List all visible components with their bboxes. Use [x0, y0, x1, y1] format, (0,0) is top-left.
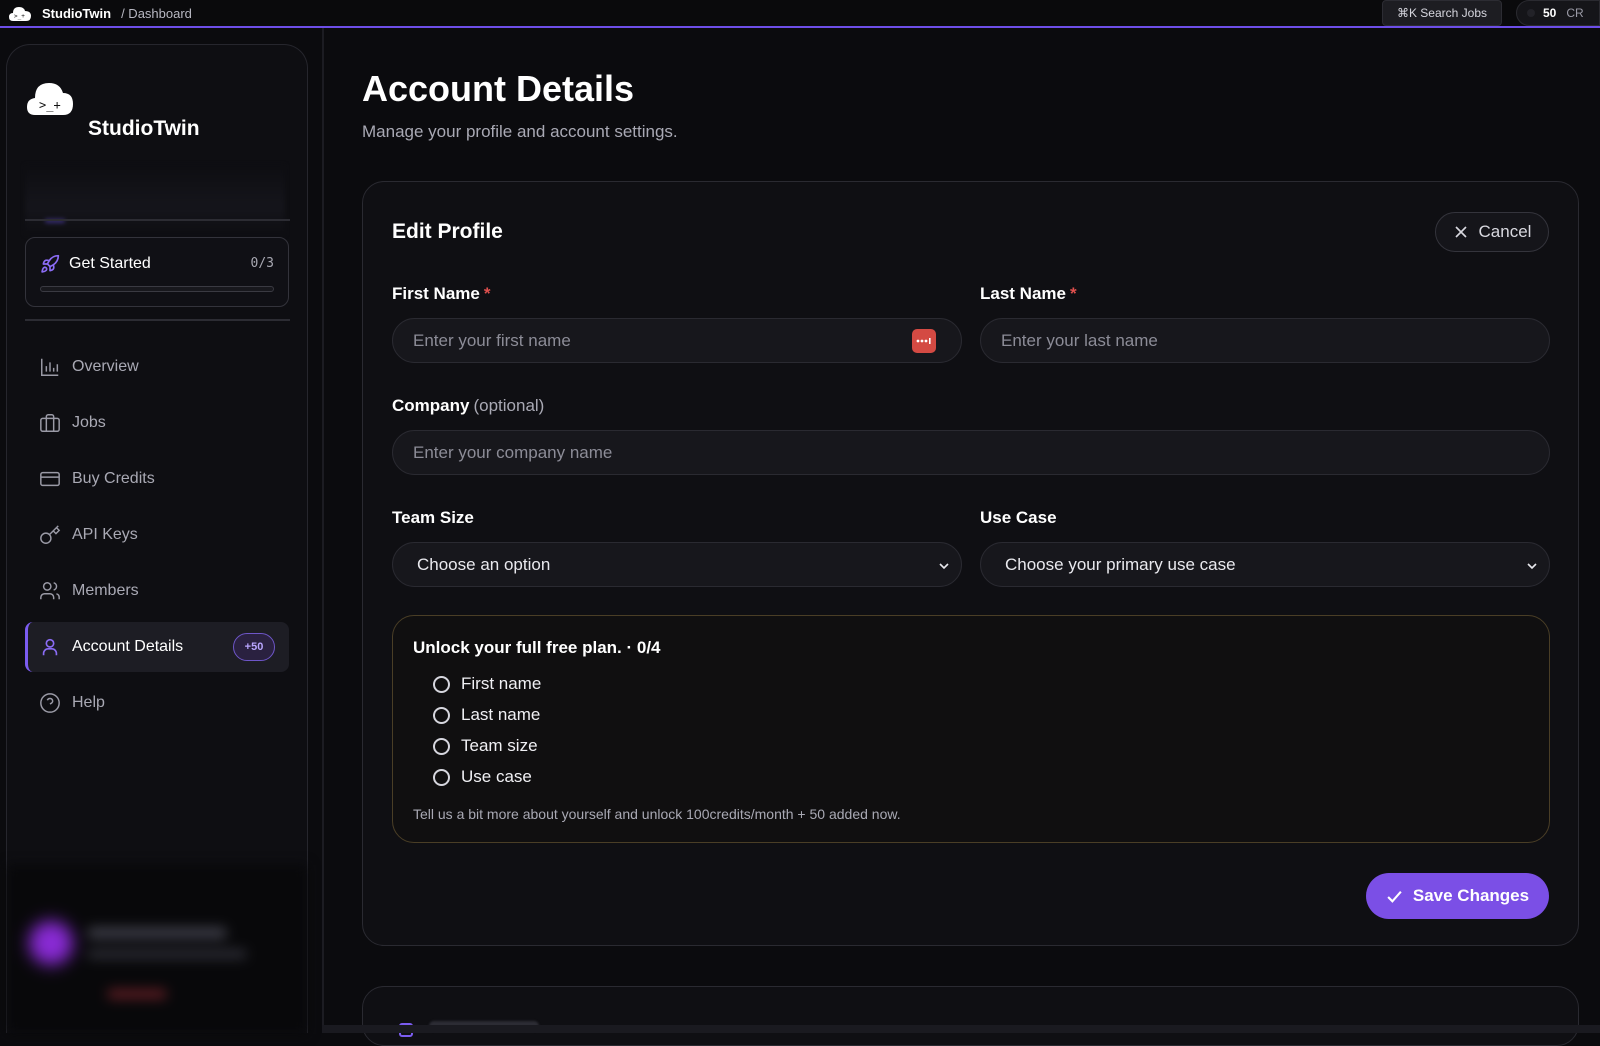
checklist-item-label: Team size: [461, 736, 538, 755]
use-case-select[interactable]: Choose your primary use case: [980, 542, 1550, 587]
sidebar-item-members[interactable]: Members: [25, 566, 289, 616]
credits-unit: CR: [1566, 6, 1584, 20]
check-icon: [1387, 890, 1402, 903]
required-asterisk: *: [483, 284, 491, 303]
next-section-card: [362, 986, 1579, 1046]
team-size-label: Team Size: [392, 508, 474, 527]
sidebar-item-account-details[interactable]: Account Details +50: [25, 622, 289, 672]
chart-icon: [41, 358, 59, 376]
sidebar-item-api-keys[interactable]: API Keys: [25, 510, 289, 560]
sidebar-item-overview[interactable]: Overview: [25, 342, 289, 392]
unlock-note: Tell us a bit more about yourself and un…: [413, 806, 901, 822]
sidebar-item-label: Help: [72, 694, 105, 711]
optional-hint: (optional): [473, 396, 545, 415]
unchecked-circle-icon: [433, 675, 450, 693]
get-started-progress: [40, 286, 274, 292]
close-icon: [1454, 226, 1467, 238]
password-manager-icon[interactable]: [912, 329, 936, 353]
top-brand[interactable]: StudioTwin: [42, 6, 111, 21]
user-icon: [42, 638, 58, 656]
team-size-selected: Choose an option: [417, 554, 551, 574]
bottom-scroll-strip: [322, 1025, 1600, 1033]
credits-indicator[interactable]: 50 CR: [1516, 0, 1600, 26]
sidebar-item-help[interactable]: Help: [25, 678, 289, 728]
company-label: Company (optional): [392, 396, 544, 416]
studiotwin-logo-icon[interactable]: >_+: [25, 75, 75, 119]
cancel-button[interactable]: Cancel: [1435, 212, 1549, 252]
chevron-down-icon: [939, 563, 949, 570]
save-label: Save Changes: [1412, 886, 1530, 905]
credits-value: 50: [1543, 6, 1557, 20]
sidebar-item-label: Overview: [72, 358, 139, 375]
svg-text:>_+: >_+: [39, 98, 61, 112]
save-changes-button[interactable]: Save Changes: [1366, 873, 1549, 919]
edit-profile-card: Edit Profile Cancel First Name * Enter yo…: [362, 181, 1579, 946]
team-size-select[interactable]: Choose an option: [392, 542, 962, 587]
get-started-card[interactable]: Get Started 0/3: [25, 237, 289, 307]
sidebar-item-label: Jobs: [72, 414, 106, 431]
page-title: Account Details: [362, 68, 635, 109]
blurred-user-profile[interactable]: [7, 865, 307, 1034]
users-icon: [40, 582, 60, 600]
last-name-field[interactable]: Enter your last name: [980, 318, 1550, 363]
sidebar-item-label: API Keys: [72, 526, 138, 543]
first-name-label: First Name *: [392, 284, 491, 304]
sidebar-divider: [25, 319, 290, 321]
credit-card-icon: [40, 471, 60, 487]
sidebar-divider: [25, 219, 290, 221]
first-name-field[interactable]: Enter your first name: [392, 318, 962, 363]
unchecked-circle-icon: [433, 737, 450, 755]
page-subtitle: Manage your profile and account settings…: [362, 122, 678, 141]
blurred-workspace-selector[interactable]: [25, 165, 285, 235]
checklist-item: Last name: [433, 705, 540, 725]
sidebar-item-jobs[interactable]: Jobs: [25, 398, 289, 448]
sidebar: >_+ StudioTwin Get Started 0/3 Overview …: [6, 44, 308, 1034]
checklist-item: Use case: [433, 767, 532, 787]
checklist-item-label: Last name: [461, 705, 541, 724]
briefcase-icon: [40, 414, 60, 432]
use-case-selected: Choose your primary use case: [1005, 554, 1236, 574]
checklist-item-label: First name: [461, 674, 542, 693]
required-asterisk: *: [1069, 284, 1077, 303]
help-icon: [40, 693, 60, 713]
sidebar-brand[interactable]: StudioTwin: [88, 117, 200, 141]
get-started-count: 0/3: [250, 256, 274, 271]
sidebar-item-buy-credits[interactable]: Buy Credits: [25, 454, 289, 504]
sidebar-item-label: Members: [72, 582, 139, 599]
cancel-label: Cancel: [1478, 222, 1532, 241]
first-name-placeholder: Enter your first name: [413, 330, 571, 350]
checklist-item: First name: [433, 674, 541, 694]
company-field[interactable]: Enter your company name: [392, 430, 1550, 475]
company-placeholder: Enter your company name: [413, 442, 613, 462]
last-name-label: Last Name *: [980, 284, 1077, 304]
rocket-icon: [41, 254, 60, 273]
svg-text:>_+: >_+: [14, 13, 25, 20]
chevron-down-icon: [1527, 563, 1537, 570]
credits-bonus-badge: +50: [233, 633, 275, 661]
first-name-label-text: First Name: [392, 284, 480, 303]
studiotwin-logo-icon[interactable]: >_+: [8, 3, 32, 23]
key-icon: [40, 525, 61, 544]
main-divider: [322, 28, 324, 1033]
company-label-text: Company: [392, 396, 470, 415]
credits-dot-icon: [1527, 9, 1535, 17]
edit-profile-title: Edit Profile: [392, 220, 503, 243]
unchecked-circle-icon: [433, 768, 450, 786]
search-jobs-button[interactable]: ⌘K Search Jobs: [1382, 0, 1502, 26]
get-started-label: Get Started: [69, 255, 151, 272]
use-case-label: Use Case: [980, 508, 1057, 527]
unchecked-circle-icon: [433, 706, 450, 724]
last-name-placeholder: Enter your last name: [1001, 330, 1158, 350]
checklist-item: Team size: [433, 736, 538, 756]
top-bar: >_+ StudioTwin / Dashboard ⌘K Search Job…: [0, 0, 1600, 28]
sidebar-item-label: Account Details: [72, 638, 184, 655]
unlock-title: Unlock your full free plan. · 0/4: [413, 638, 661, 657]
breadcrumb[interactable]: / Dashboard: [121, 6, 192, 21]
checklist-item-label: Use case: [461, 767, 532, 786]
sidebar-item-label: Buy Credits: [72, 470, 155, 487]
unlock-plan-checklist: Unlock your full free plan. · 0/4 First …: [392, 615, 1550, 843]
last-name-label-text: Last Name: [980, 284, 1066, 303]
